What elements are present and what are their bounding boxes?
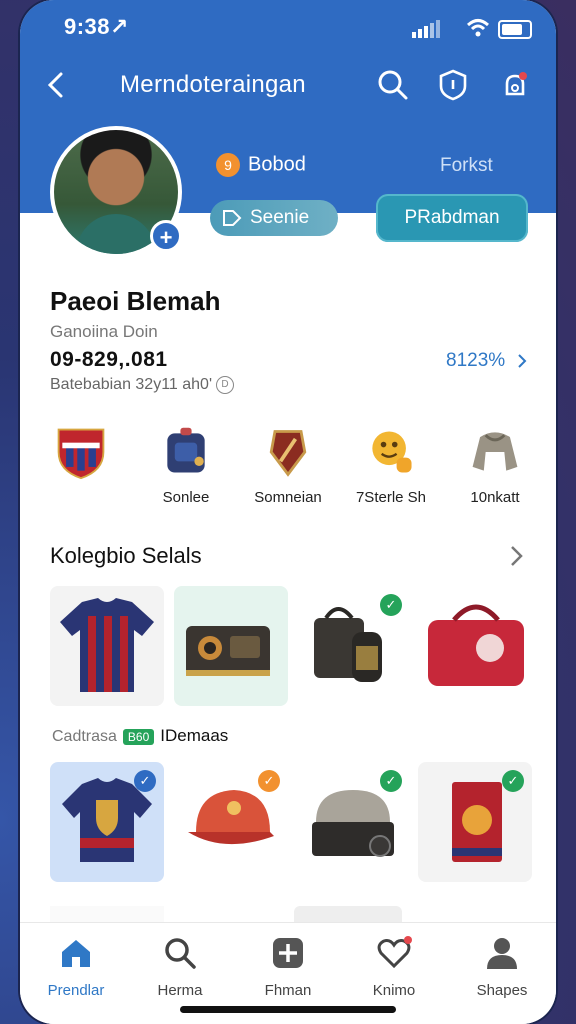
badge-item[interactable]: Sonlee: [131, 424, 241, 506]
collection-filter-row: Cadtrasa B60 IDemaas: [52, 726, 228, 746]
tab-search[interactable]: Herma: [130, 935, 230, 999]
tab-add[interactable]: Fhman: [238, 935, 338, 999]
stat-primary: 9 Bobod: [216, 153, 306, 177]
secondary-pill-button[interactable]: Seenie: [210, 200, 338, 236]
tag-icon: [223, 210, 242, 226]
collection-item[interactable]: [174, 586, 288, 706]
status-time: 9:38↗: [64, 14, 129, 39]
page-title: Merndoteraingan: [120, 71, 306, 98]
checkmark-icon: ✓: [502, 770, 524, 792]
notification-bell-icon[interactable]: [498, 68, 532, 102]
chevron-right-icon[interactable]: [506, 544, 528, 568]
badge-label: 10nkatt: [470, 489, 520, 506]
signal-icon: [412, 20, 440, 38]
add-photo-icon[interactable]: +: [150, 220, 182, 252]
tab-label: Herma: [157, 982, 203, 999]
percent-value: 8123%: [446, 350, 506, 371]
secondary-pill-label: Seenie: [250, 207, 310, 228]
coin-icon: 9: [216, 153, 240, 177]
collection-item[interactable]: [418, 586, 532, 706]
collection-item[interactable]: ✓: [296, 762, 410, 882]
tab-label: Prendlar: [47, 982, 105, 999]
tab-favorites[interactable]: Knimo: [344, 935, 444, 999]
emblem-icon: [269, 430, 307, 477]
chevron-right-icon: [518, 354, 527, 368]
info-icon[interactable]: D: [216, 376, 235, 394]
filter-label-b: IDemaas: [160, 726, 229, 745]
tab-label: Shapes: [476, 982, 528, 999]
badge-item[interactable]: Somneian: [233, 424, 343, 506]
home-indicator: [180, 1006, 396, 1013]
badge-item[interactable]: 10nkatt: [440, 424, 550, 506]
profile-balance: 09-829,.081: [50, 348, 168, 371]
badge-item[interactable]: [26, 424, 136, 489]
badge-item[interactable]: 7Sterle Sh: [336, 424, 446, 506]
avatar[interactable]: +: [50, 126, 182, 258]
badge-label: Somneian: [254, 489, 322, 506]
back-arrow-icon[interactable]: [42, 70, 72, 100]
search-icon: [165, 938, 196, 969]
collection-item[interactable]: ✓: [50, 762, 164, 882]
wifi-icon: [466, 19, 490, 37]
search-icon[interactable]: [376, 68, 410, 102]
crest-icon: [57, 428, 105, 480]
badge-row: Sonlee Somneian 7Sterle Sh 10nkatt: [20, 424, 556, 506]
badge-label: 7Sterle Sh: [355, 489, 427, 506]
collection-item[interactable]: ✓: [418, 762, 532, 882]
checkmark-icon: ✓: [380, 770, 402, 792]
stat-secondary: Forkst: [440, 155, 493, 176]
jersey-icon: [60, 598, 154, 692]
stat-primary-value: Bobod: [248, 153, 306, 176]
emoji-thumbs-icon: [372, 431, 412, 473]
tab-label: Knimo: [372, 982, 416, 999]
primary-action-button[interactable]: PRabdman: [376, 194, 528, 242]
percent-link[interactable]: 8123%: [446, 350, 528, 372]
checkmark-icon: ✓: [258, 770, 280, 792]
profile-meta: Batebabian 32y11 ah0' D: [50, 376, 235, 394]
jacket-icon: [472, 432, 518, 471]
heart-icon: [377, 936, 412, 969]
collection-title: Kolegbio Selals: [50, 543, 202, 568]
battery-icon: [498, 20, 532, 39]
profile-subtitle: Ganoiina Doin: [50, 322, 158, 341]
filter-badge: B60: [122, 728, 155, 745]
collection-item[interactable]: [50, 586, 164, 706]
backpack-icon: [167, 427, 205, 473]
collection-item[interactable]: ✓: [174, 762, 288, 882]
tab-profile[interactable]: Shapes: [452, 935, 552, 999]
phone-screen: 9:38↗ Merndoteraingan + 9 Bobod Forkst S…: [20, 0, 556, 1024]
profile-meta-text: Batebabian 32y11 ah0': [50, 376, 213, 394]
profile-name: Paeoi Blemah: [50, 286, 221, 316]
home-icon: [62, 940, 90, 967]
badge-label: Sonlee: [162, 489, 210, 506]
checkmark-icon: ✓: [134, 770, 156, 792]
top-app-bar: Merndoteraingan: [20, 62, 556, 110]
radio-icon: [186, 626, 270, 676]
filter-label-a: Cadtrasa: [52, 728, 117, 745]
tab-home[interactable]: Prendlar: [26, 935, 126, 999]
shield-icon[interactable]: [436, 68, 470, 102]
duffel-bag-icon: [428, 604, 524, 686]
checkmark-icon: ✓: [380, 594, 402, 616]
tab-label: Fhman: [264, 982, 312, 999]
add-icon: [273, 938, 303, 968]
status-bar: 9:38↗: [20, 14, 556, 42]
profile-icon: [487, 938, 517, 969]
collection-item[interactable]: ✓: [296, 586, 410, 706]
